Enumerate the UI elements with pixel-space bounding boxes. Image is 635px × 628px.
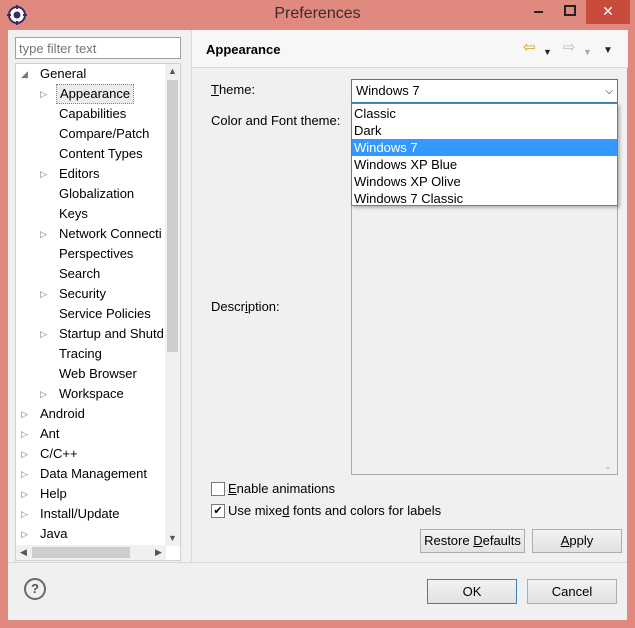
scroll-down-icon[interactable]: ▼ <box>165 531 180 546</box>
tree-item-label: Content Types <box>59 146 143 161</box>
scroll-up-icon[interactable]: ▲ <box>165 64 180 79</box>
tree-item-label: Security <box>59 286 106 301</box>
tree-item-label: Java <box>40 526 68 541</box>
enable-animations-label[interactable]: Enable animations <box>228 481 335 496</box>
scroll-right-icon[interactable]: ▶ <box>151 545 166 560</box>
tree-item-label: Network Connecti <box>59 226 162 241</box>
chevron-down-icon[interactable]: ⌵ <box>605 83 613 101</box>
back-dropdown-icon[interactable]: ▼ <box>543 44 552 60</box>
tree-item-label: Capabilities <box>59 106 127 121</box>
expand-arrow-icon[interactable]: ▷ <box>21 444 33 464</box>
minimize-button[interactable] <box>523 0 553 24</box>
back-arrow-icon[interactable]: ⇦ <box>523 40 536 56</box>
scroll-thumb-horizontal[interactable] <box>32 547 130 558</box>
tree-item-label: Perspectives <box>59 246 134 261</box>
tree-horizontal-scrollbar[interactable]: ◀ ▶ <box>16 545 166 560</box>
filter-input[interactable] <box>15 37 181 59</box>
expand-arrow-icon[interactable]: ▷ <box>21 484 33 504</box>
tree-item-label: Data Management <box>40 466 147 481</box>
theme-combo[interactable]: Windows 7 ⌵ <box>351 79 618 103</box>
scroll-down-icon[interactable]: ⌄ <box>604 461 612 472</box>
expand-arrow-icon[interactable]: ▷ <box>21 504 33 524</box>
maximize-button[interactable] <box>555 0 585 24</box>
help-icon[interactable]: ? <box>24 578 46 600</box>
expand-arrow-icon[interactable]: ▷ <box>21 464 33 484</box>
tree-item-label: Ant <box>40 426 60 441</box>
forward-arrow-icon[interactable]: ⇨ <box>563 40 576 56</box>
tree-item-label: Tracing <box>59 346 102 361</box>
close-icon: ✕ <box>602 3 614 19</box>
theme-combo-value: Windows 7 <box>356 83 420 98</box>
tree-item-label: C/C++ <box>40 446 78 461</box>
description-label: Description: <box>211 299 280 314</box>
restore-defaults-button[interactable]: Restore Defaults <box>420 529 525 553</box>
tree-item-label: Keys <box>59 206 88 221</box>
page-header: Appearance ⇦ ▼ ⇨ ▼ ▼ <box>192 30 628 68</box>
tree-item-label: Help <box>40 486 67 501</box>
minimize-icon <box>534 11 543 13</box>
tree-item-label: Compare/Patch <box>59 126 150 141</box>
expand-arrow-icon[interactable]: ▷ <box>40 84 52 104</box>
tree-vertical-scrollbar[interactable]: ▲ ▼ <box>165 64 180 546</box>
theme-option[interactable]: Classic <box>352 105 617 122</box>
maximize-icon <box>564 5 576 16</box>
tree-item-label: Search <box>59 266 101 281</box>
preferences-window: Preferences ✕ ◢General▷AppearanceCapabil… <box>0 0 635 628</box>
view-menu-icon[interactable]: ▼ <box>603 43 613 59</box>
tree-item-label: Startup and Shutd <box>59 326 164 341</box>
theme-option[interactable]: Dark <box>352 122 617 139</box>
expand-arrow-icon[interactable]: ▷ <box>21 424 33 444</box>
expand-arrow-icon[interactable]: ▷ <box>21 524 33 544</box>
tree-item-label: Install/Update <box>40 506 120 521</box>
footer-divider <box>8 562 627 563</box>
theme-option[interactable]: Windows 7 <box>352 139 617 156</box>
theme-option[interactable]: Windows XP Blue <box>352 156 617 173</box>
enable-animations-checkbox[interactable] <box>211 482 225 496</box>
mixed-fonts-label[interactable]: Use mixed fonts and colors for labels <box>228 503 441 518</box>
expand-arrow-icon[interactable]: ▷ <box>40 384 52 404</box>
tree-item-label: Editors <box>59 166 100 181</box>
color-font-theme-label: Color and Font theme: <box>211 113 341 128</box>
scroll-thumb[interactable] <box>167 80 178 352</box>
tree-item-label: Service Policies <box>59 306 151 321</box>
theme-option[interactable]: Windows 7 Classic <box>352 190 617 207</box>
theme-label: Theme: <box>211 82 256 97</box>
tree-item-label: General <box>40 66 87 81</box>
title-bar[interactable]: Preferences ✕ <box>0 0 635 30</box>
expand-arrow-icon[interactable]: ▷ <box>40 164 52 184</box>
preference-page: Appearance ⇦ ▼ ⇨ ▼ ▼ Theme: Color and Fo… <box>191 30 628 562</box>
tree-item-label: Workspace <box>59 386 124 401</box>
expand-arrow-icon[interactable]: ▷ <box>40 224 52 244</box>
theme-dropdown-list: Classic Dark Windows 7 Windows XP Blue Windo… <box>351 103 618 206</box>
cancel-button[interactable]: Cancel <box>527 579 617 604</box>
theme-option[interactable]: Windows XP Olive <box>352 173 617 190</box>
expand-arrow-icon[interactable]: ▷ <box>40 324 52 344</box>
mixed-fonts-checkbox[interactable]: ✔ <box>211 504 225 518</box>
forward-dropdown-icon[interactable]: ▼ <box>583 44 592 60</box>
close-button[interactable]: ✕ <box>586 0 630 24</box>
page-title: Appearance <box>206 42 281 57</box>
expand-arrow-icon[interactable]: ▷ <box>40 284 52 304</box>
scroll-left-icon[interactable]: ◀ <box>16 545 31 560</box>
tree-item-label: Android <box>40 406 85 421</box>
dialog-body: ◢General▷AppearanceCapabilitiesCompare/P… <box>8 30 628 620</box>
ok-button[interactable]: OK <box>427 579 517 604</box>
preferences-tree: ◢ General ▷ Appearance Capabilities Compare/P… <box>15 63 181 561</box>
tree-item-label: Web Browser <box>59 366 137 381</box>
tree-item-label: Appearance <box>56 84 135 104</box>
expanded-arrow-icon[interactable]: ◢ <box>21 64 33 84</box>
expand-arrow-icon[interactable]: ▷ <box>21 404 33 424</box>
apply-button[interactable]: Apply <box>532 529 622 553</box>
tree-item-label: Globalization <box>59 186 135 201</box>
